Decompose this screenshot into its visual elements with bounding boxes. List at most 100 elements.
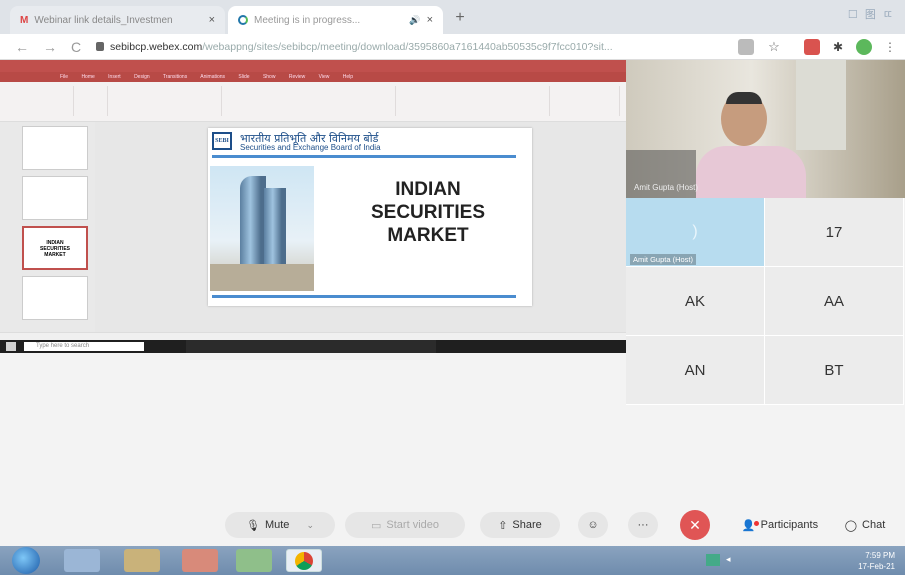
folder-app-icon[interactable] [124,549,160,572]
slide-thumbnail[interactable] [22,126,88,170]
share-label: Share [512,519,542,531]
participants-button[interactable]: 👤 Participants [730,512,830,538]
translate-icon[interactable] [738,39,754,55]
participants-label: Participants [760,519,819,531]
share-icon: ⇧ [498,519,508,532]
divider [212,295,516,298]
forward-button[interactable]: → [40,37,60,57]
window-controls[interactable]: ☐ 图 ㄸ [848,6,895,22]
url-path: /webappng/sites/sebibcp/meeting/download… [202,41,613,53]
audio-wave-icon: ) [692,223,698,240]
tab-title: Webinar link details_Investmen [34,14,173,26]
title-line: MARKET [387,225,469,246]
start-video-button[interactable]: ▭ Start video [345,512,465,538]
ribbon-group [226,86,396,116]
clock-date: 17-Feb-21 [858,562,895,571]
participant-tile[interactable]: 17 [765,198,904,267]
webex-icon [238,15,248,25]
ppt-ribbon [0,82,626,122]
tile-host-label: Amit Gupta (Host) [630,254,697,265]
volume-icon[interactable]: ◂ [726,554,736,566]
participant-tile[interactable]: AN [626,336,765,405]
meeting-controls: 🎙 Mute ⌄ ▭ Start video ⇧ Share ☺ ··· ✕ 👤… [0,500,905,546]
chat-icon: ◯ [844,519,858,532]
ppt-title-bar [0,60,626,72]
chat-button[interactable]: ◯ Chat [835,512,895,538]
slide-thumbnail[interactable] [22,176,88,220]
ribbon-group [78,86,108,116]
presentation-app-icon[interactable] [182,549,218,572]
host-video[interactable] [626,60,905,198]
explorer-app-icon[interactable] [64,549,100,572]
ribbon-group [400,86,550,116]
close-icon[interactable]: × [209,14,215,26]
thumb-title: MARKET [44,252,66,258]
person-shirt [696,146,806,198]
ribbon-group [554,86,620,116]
chevron-down-icon[interactable]: ⌄ [306,520,314,531]
participant-tile[interactable]: BT [765,336,904,405]
windows-logo-icon [6,342,16,351]
network-icon[interactable] [706,554,720,566]
lock-icon [96,42,104,51]
new-tab-button[interactable]: + [448,6,472,30]
puzzle-icon[interactable]: ✱ [830,39,846,55]
taskbar-search: Type here to search [24,342,144,351]
host-video-name: Amit Gupta (Host) [634,183,699,192]
tab-title: Meeting is in progress... [254,14,361,26]
star-icon[interactable]: ☆ [766,39,782,55]
current-slide: SEBI भारतीय प्रतिभूति और विनिमय बोर्ड Se… [208,128,532,306]
building-image [210,166,314,291]
org-name-english: Securities and Exchange Board of India [240,143,381,152]
slide-thumbnail-pane: INDIAN SECURITIES MARKET [0,122,95,332]
video-icon: ▭ [371,519,382,532]
back-button[interactable]: ← [12,37,32,57]
slide-thumbnail[interactable] [22,276,88,320]
divider [212,155,516,158]
smiley-icon: ☺ [587,519,599,531]
chrome-app-icon[interactable] [286,549,322,572]
browser-tab-bar: M Webinar link details_Investmen × Meeti… [0,0,905,34]
menu-icon[interactable]: ⋮ [882,39,898,55]
start-button[interactable] [12,547,40,574]
title-line: SECURITIES [370,202,486,223]
chat-label: Chat [862,519,886,531]
extension-icon[interactable] [804,39,820,55]
participant-initials: BT [824,361,844,379]
participant-initials: AK [684,292,705,310]
video-label: Start video [386,519,439,531]
participant-count: 17 [825,223,843,241]
spreadsheet-app-icon[interactable] [236,549,272,572]
address-bar[interactable]: sebibcp.webex.com/webappng/sites/sebibcp… [110,38,730,56]
close-icon[interactable]: × [427,14,433,26]
gmail-icon: M [20,14,29,26]
reload-button[interactable]: C [66,37,86,57]
browser-tab-webinar[interactable]: M Webinar link details_Investmen × [10,6,225,34]
microphone-icon: 🎙 [246,519,260,532]
speaker-icon[interactable]: 🔊 [409,15,420,26]
clock-time: 7:59 PM [865,551,895,560]
leave-meeting-button[interactable]: ✕ [680,510,710,540]
title-line: INDIAN [395,179,461,200]
reactions-button[interactable]: ☺ [578,512,608,538]
shared-windows-taskbar: Type here to search [0,340,626,353]
share-button[interactable]: ⇧ Share [480,512,560,538]
browser-toolbar: ← → C sebibcp.webex.com/webappng/sites/s… [0,34,905,60]
ribbon-group [4,86,74,116]
system-clock[interactable]: 7:59 PM 17-Feb-21 [858,550,895,572]
avatar[interactable] [856,39,872,55]
mute-label: Mute [264,519,290,531]
slide-thumbnail-selected[interactable]: INDIAN SECURITIES MARKET [22,226,88,270]
ppt-status-bar [0,332,626,340]
mute-button[interactable]: 🎙 Mute ⌄ [225,512,335,538]
more-options-button[interactable]: ··· [628,512,658,538]
os-taskbar: ◂ 7:59 PM 17-Feb-21 [0,546,905,575]
browser-tab-meeting[interactable]: Meeting is in progress... 🔊 × [228,6,443,34]
close-icon: ✕ [689,516,701,533]
slide-title: INDIAN SECURITIES MARKET [328,178,528,247]
participant-tile[interactable]: AA [765,267,904,336]
url-domain: sebibcp.webex.com [110,41,203,53]
ribbon-group [112,86,222,116]
participant-tile[interactable]: AK [626,267,765,336]
sebi-logo: SEBI [212,132,232,150]
